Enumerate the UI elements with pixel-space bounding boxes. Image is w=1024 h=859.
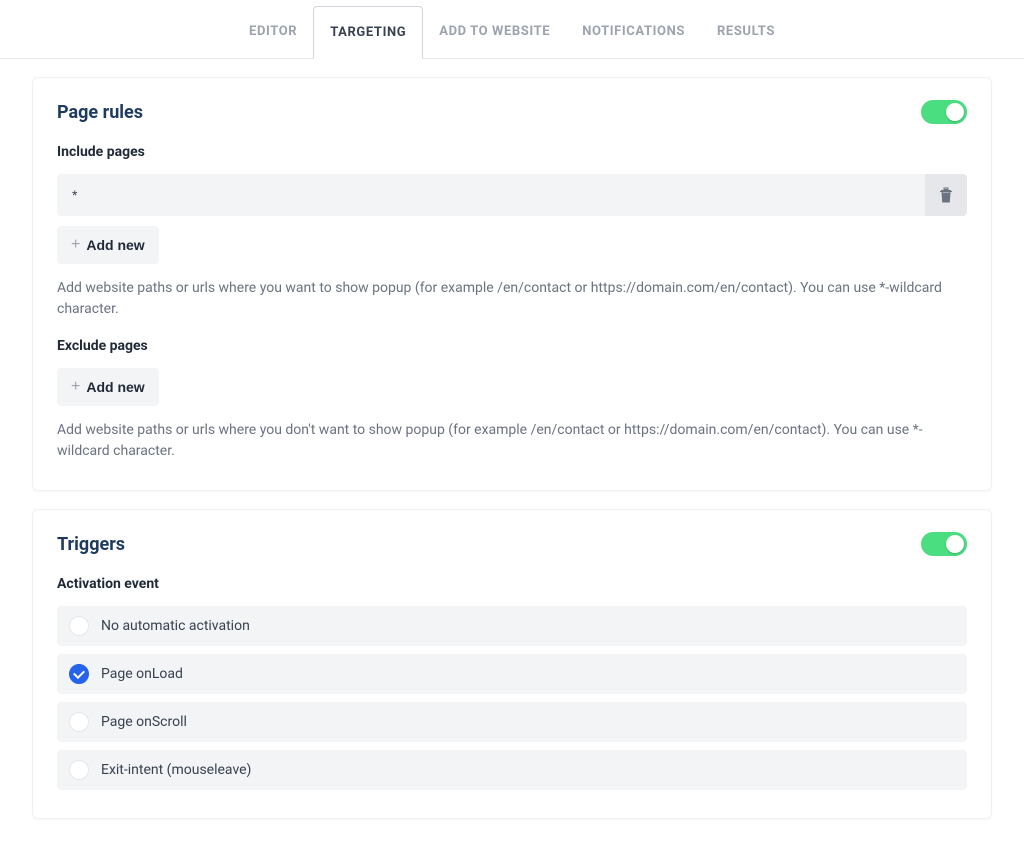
exclude-help-text: Add website paths or urls where you don'… — [57, 420, 967, 462]
include-help-text: Add website paths or urls where you want… — [57, 278, 967, 320]
activation-event-label: Activation event — [57, 576, 967, 592]
triggers-card: Triggers Activation event No automatic a… — [32, 509, 992, 819]
radio-indicator — [69, 712, 89, 732]
activation-options: No automatic activation Page onLoad Page… — [57, 606, 967, 790]
triggers-toggle[interactable] — [921, 532, 967, 556]
include-page-row — [57, 174, 967, 216]
add-include-label: Add new — [86, 237, 144, 253]
delete-include-button[interactable] — [925, 174, 967, 216]
radio-page-onload[interactable]: Page onLoad — [57, 654, 967, 694]
page-rules-card: Page rules Include pages + Add new Add w… — [32, 77, 992, 491]
exclude-pages-label: Exclude pages — [57, 338, 967, 354]
radio-label: Page onScroll — [101, 714, 187, 730]
toggle-knob — [946, 535, 964, 553]
radio-label: Exit-intent (mouseleave) — [101, 762, 251, 778]
radio-page-onscroll[interactable]: Page onScroll — [57, 702, 967, 742]
add-include-button[interactable]: + Add new — [57, 226, 159, 264]
add-exclude-label: Add new — [86, 379, 144, 395]
plus-icon: + — [71, 378, 80, 396]
radio-indicator — [69, 760, 89, 780]
tab-add-to-website[interactable]: ADD TO WEBSITE — [423, 6, 566, 58]
tab-notifications[interactable]: NOTIFICATIONS — [566, 6, 701, 58]
radio-exit-intent[interactable]: Exit-intent (mouseleave) — [57, 750, 967, 790]
radio-indicator-checked — [69, 664, 89, 684]
tab-targeting[interactable]: TARGETING — [313, 6, 423, 59]
plus-icon: + — [71, 236, 80, 254]
radio-no-activation[interactable]: No automatic activation — [57, 606, 967, 646]
include-pages-label: Include pages — [57, 144, 967, 160]
toggle-knob — [946, 103, 964, 121]
radio-label: No automatic activation — [101, 618, 250, 634]
page-rules-toggle[interactable] — [921, 100, 967, 124]
tab-results[interactable]: RESULTS — [701, 6, 791, 58]
radio-indicator — [69, 616, 89, 636]
triggers-title: Triggers — [57, 534, 125, 555]
tab-editor[interactable]: EDITOR — [233, 6, 313, 58]
add-exclude-button[interactable]: + Add new — [57, 368, 159, 406]
page-rules-title: Page rules — [57, 102, 143, 123]
nav-tabs: EDITOR TARGETING ADD TO WEBSITE NOTIFICA… — [0, 0, 1024, 59]
radio-label: Page onLoad — [101, 666, 183, 682]
trash-icon — [939, 187, 953, 203]
include-page-input[interactable] — [57, 174, 925, 216]
